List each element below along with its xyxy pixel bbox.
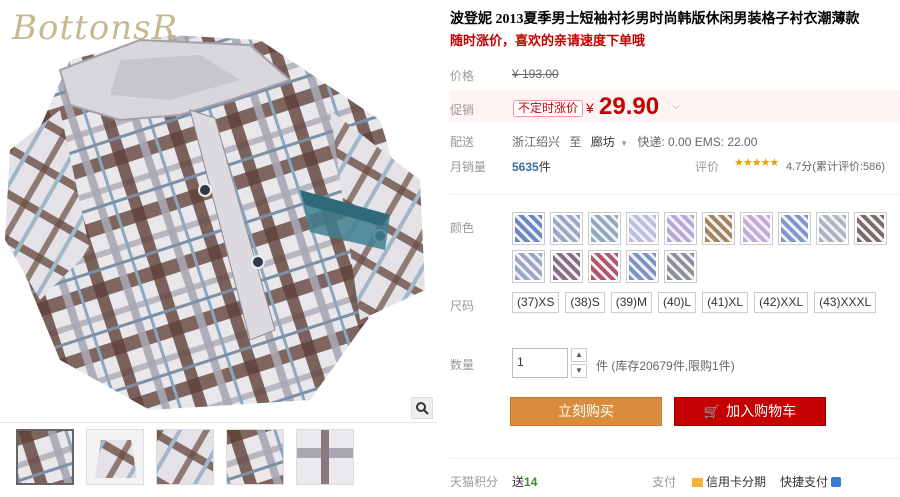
cart-icon: 🛒 — [703, 404, 721, 419]
plaid-shirt-illustration — [5, 35, 425, 410]
thumbnail-2[interactable] — [86, 429, 144, 485]
decrement-icon[interactable]: ▼ — [571, 364, 587, 378]
color-swatch[interactable] — [702, 212, 735, 245]
rating-text[interactable]: 4.7分(累计评价:586) — [786, 158, 885, 174]
size-option[interactable]: (40)L — [658, 292, 697, 313]
sales-unit: 件 — [538, 160, 551, 174]
swatch-image — [591, 215, 618, 242]
color-swatch[interactable] — [778, 212, 811, 245]
payment-label: 支付 — [652, 475, 677, 489]
color-swatch[interactable] — [816, 212, 849, 245]
color-swatch[interactable] — [664, 212, 697, 245]
product-title: 波登妮 2013夏季男士短袖衬衫男时尚韩版休闲男装格子衬衣潮薄款 — [450, 12, 860, 27]
swatch-image — [515, 215, 542, 242]
swatch-image — [553, 253, 580, 280]
shipping-info: 浙江绍兴 至 廊坊 ▼ 快递: 0.00 EMS: 22.00 — [512, 133, 757, 150]
ship-from: 浙江绍兴 — [512, 135, 561, 149]
size-option[interactable]: (43)XXXL — [814, 292, 877, 313]
price-label: 价格 — [450, 69, 475, 83]
swatch-image — [743, 215, 770, 242]
thumbnail-3[interactable] — [156, 429, 214, 485]
gallery-divider — [0, 422, 437, 423]
size-option[interactable]: (37)XS — [512, 292, 560, 313]
promo-label: 促销 — [450, 103, 475, 117]
swatch-image — [781, 215, 808, 242]
payment-option-express[interactable]: 快捷支付 — [780, 473, 842, 490]
swatch-image — [819, 215, 846, 242]
caret-down-icon[interactable]: ▼ — [620, 139, 628, 148]
thumbnail-4[interactable] — [226, 429, 284, 485]
product-details: 波登妮 2013夏季男士短袖衬衫男时尚韩版休闲男装格子衬衣潮薄款 随时涨价，喜欢… — [450, 0, 900, 497]
color-swatch[interactable] — [550, 250, 583, 283]
ship-to-select[interactable]: 廊坊 — [591, 135, 615, 149]
zoom-icon[interactable] — [411, 397, 433, 419]
ship-to-word: 至 — [569, 135, 582, 149]
swatch-image — [629, 253, 656, 280]
brand-logo: BottonsR — [12, 8, 179, 48]
divider — [450, 194, 900, 195]
color-swatch[interactable] — [740, 212, 773, 245]
swatch-image — [667, 253, 694, 280]
color-label: 颜色 — [450, 221, 475, 235]
original-price: ¥ 193.00 — [512, 67, 559, 81]
monthly-sales-label: 月销量 — [450, 160, 487, 174]
add-to-cart-button[interactable]: 🛒 加入购物车 — [674, 397, 826, 426]
points-label: 天猫积分 — [450, 475, 499, 489]
payment-option-credit[interactable]: 信用卡分期 — [692, 473, 766, 490]
payment-option-2: 快捷支付 — [780, 475, 829, 489]
quantity-input[interactable]: 1 — [512, 348, 568, 378]
credit-card-icon — [692, 478, 703, 487]
points-prefix: 送 — [512, 475, 525, 489]
product-subtitle: 随时涨价，喜欢的亲请速度下单哦 — [450, 33, 646, 48]
size-option[interactable]: (41)XL — [702, 292, 749, 313]
quantity-label: 数量 — [450, 358, 475, 372]
product-gallery: BottonsR — [0, 0, 437, 497]
color-swatches — [512, 212, 892, 283]
current-price: 29.90 — [599, 93, 660, 120]
color-swatch[interactable] — [626, 212, 659, 245]
quick-pay-icon — [831, 477, 842, 487]
color-swatch[interactable] — [626, 250, 659, 283]
size-options: (37)XS (38)S (39)M (40)L (41)XL (42)XXL (43)XX… — [512, 292, 892, 313]
rating-label: 评价 — [695, 160, 720, 174]
divider — [450, 458, 900, 459]
swatch-image — [667, 215, 694, 242]
payment-option-1: 信用卡分期 — [706, 475, 767, 489]
promo-tag: 不定时涨价 — [513, 100, 584, 117]
currency-symbol: ¥ — [586, 100, 594, 116]
swatch-image — [857, 215, 884, 242]
color-swatch[interactable] — [512, 250, 545, 283]
color-swatch[interactable] — [664, 250, 697, 283]
swatch-image — [629, 215, 656, 242]
add-to-cart-label: 加入购物车 — [726, 403, 797, 419]
swatch-image — [553, 215, 580, 242]
sales-count: 5635 — [512, 160, 539, 174]
rating-stars-icon: ★★★★★ — [734, 157, 779, 169]
increment-icon[interactable]: ▲ — [571, 348, 587, 362]
color-swatch[interactable] — [550, 212, 583, 245]
points-value: 14 — [524, 475, 538, 489]
color-swatch[interactable] — [512, 212, 545, 245]
swatch-image — [705, 215, 732, 242]
monthly-sales: 5635件 — [512, 158, 551, 175]
product-main-image[interactable]: BottonsR — [0, 0, 437, 422]
points-info: 送14 — [512, 473, 537, 490]
thumbnail-strip — [16, 429, 354, 485]
buy-now-button[interactable]: 立刻购买 — [510, 397, 662, 426]
color-swatch[interactable] — [588, 250, 621, 283]
size-label: 尺码 — [450, 299, 475, 313]
size-option[interactable]: (39)M — [610, 292, 653, 313]
thumbnail-1[interactable] — [16, 429, 74, 485]
color-swatch[interactable] — [854, 212, 887, 245]
swatch-image — [591, 253, 618, 280]
stock-text: 件 (库存20679件,限购1件) — [596, 359, 735, 373]
color-swatch[interactable] — [588, 212, 621, 245]
thumbnail-5[interactable] — [296, 429, 354, 485]
size-option[interactable]: (42)XXL — [754, 292, 809, 313]
swatch-image — [515, 253, 542, 280]
shipping-label: 配送 — [450, 135, 475, 149]
ship-fees: 快递: 0.00 EMS: 22.00 — [637, 135, 758, 149]
size-option[interactable]: (38)S — [565, 292, 605, 313]
chevron-down-icon[interactable]: ⌵ — [672, 101, 680, 112]
